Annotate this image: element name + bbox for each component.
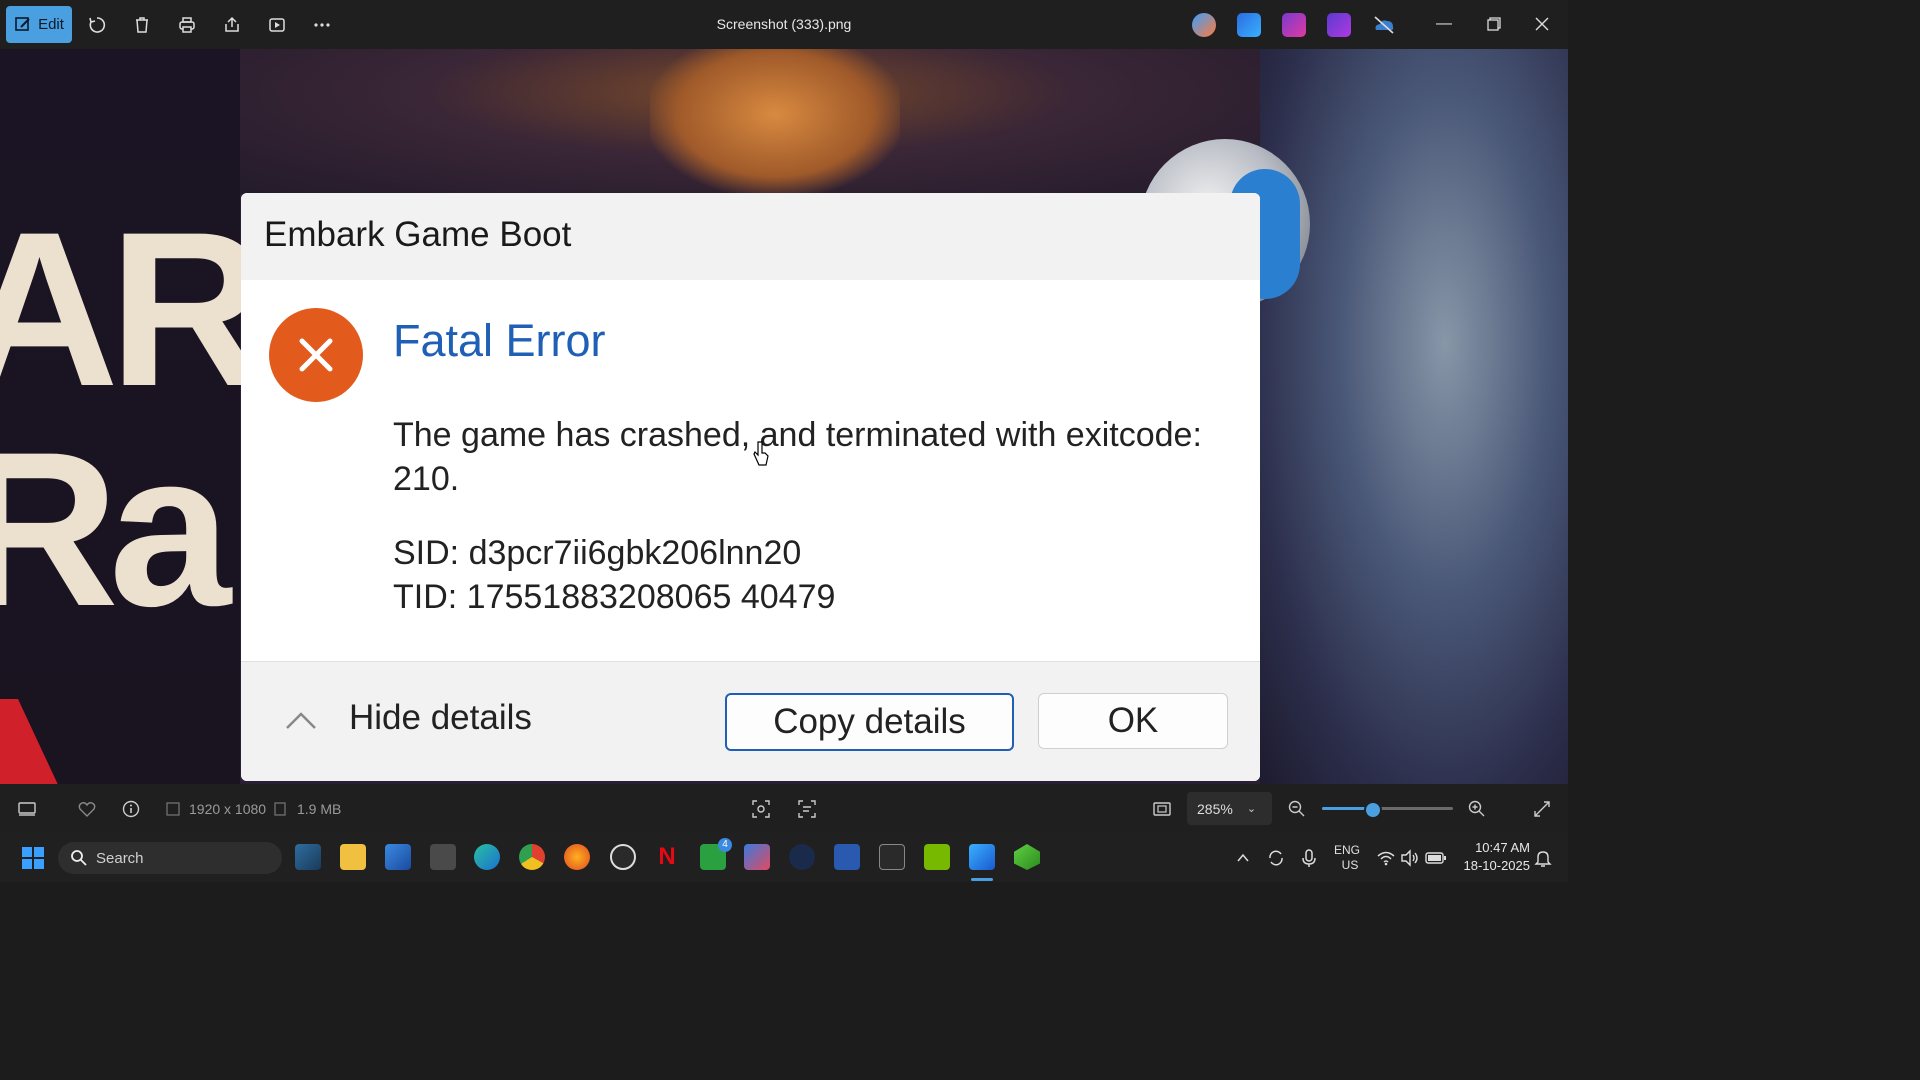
task-view-icon[interactable] bbox=[295, 844, 321, 870]
filmstrip-icon[interactable] bbox=[17, 784, 37, 833]
search-placeholder: Search bbox=[96, 849, 144, 867]
photos-icon[interactable] bbox=[385, 844, 411, 870]
close-icon[interactable] bbox=[1530, 12, 1554, 36]
print-icon[interactable] bbox=[175, 13, 199, 37]
zoom-slider[interactable] bbox=[1322, 801, 1453, 819]
show-hidden-icons[interactable] bbox=[1236, 833, 1250, 882]
clock-time: 10:47 AM bbox=[1475, 840, 1530, 855]
background-right bbox=[1260, 49, 1568, 784]
file-explorer-icon[interactable] bbox=[340, 844, 366, 870]
favorite-icon[interactable] bbox=[77, 784, 97, 833]
battery-icon[interactable] bbox=[1425, 833, 1447, 882]
ok-button[interactable]: OK bbox=[1038, 693, 1228, 749]
search-icon bbox=[70, 849, 88, 871]
region-code: US bbox=[1341, 857, 1359, 872]
zoom-slider-thumb[interactable] bbox=[1363, 801, 1382, 819]
viewer-status-bar: 1920 x 1080 1.9 MB 285% ⌄ bbox=[0, 784, 1568, 833]
window-title: Screenshot (333).png bbox=[716, 16, 852, 32]
file-size: 1.9 MB bbox=[297, 800, 342, 817]
hide-details-button[interactable]: Hide details bbox=[349, 698, 532, 738]
chevron-down-icon: ⌄ bbox=[1246, 803, 1257, 815]
calculator-icon[interactable] bbox=[430, 844, 456, 870]
microphone-icon[interactable] bbox=[1300, 833, 1318, 882]
zoom-out-icon[interactable] bbox=[1287, 784, 1307, 833]
dialog-footer: Hide details Copy details OK bbox=[241, 661, 1260, 781]
copilot-icon[interactable] bbox=[1192, 13, 1216, 37]
notifications-icon[interactable] bbox=[1534, 833, 1552, 882]
zoom-level: 285% bbox=[1197, 800, 1233, 817]
language-indicator[interactable]: ENG US bbox=[1334, 833, 1360, 882]
delete-icon[interactable] bbox=[130, 13, 154, 37]
text-scan-icon[interactable] bbox=[797, 784, 817, 833]
error-identifiers: SID: d3pcr7ii6gbk206lnn20 TID: 175518832… bbox=[393, 531, 835, 619]
dialog-title: Embark Game Boot bbox=[264, 215, 572, 254]
firefox-icon[interactable] bbox=[564, 844, 590, 870]
epic-games-icon[interactable] bbox=[879, 844, 905, 870]
rotate-icon[interactable] bbox=[85, 13, 109, 37]
windows-taskbar: Search N 4 ENG US 10:47 AM 18-10-2025 bbox=[0, 833, 1568, 882]
mouse-cursor-icon bbox=[753, 441, 769, 472]
xbox-badge: 4 bbox=[718, 838, 732, 852]
dialog-heading: Fatal Error bbox=[393, 315, 606, 366]
cube-app-icon[interactable] bbox=[1014, 844, 1040, 870]
clipchamp-icon[interactable] bbox=[1282, 13, 1306, 37]
taskbar-clock[interactable]: 10:47 AM 18-10-2025 bbox=[1455, 839, 1531, 875]
netflix-icon[interactable]: N bbox=[654, 844, 680, 870]
onedrive-icon[interactable] bbox=[1372, 13, 1396, 37]
zoom-in-icon[interactable] bbox=[1467, 784, 1487, 833]
restore-icon[interactable] bbox=[1482, 12, 1506, 36]
background-title-art: AR Ra bbox=[0, 186, 268, 652]
error-icon bbox=[269, 308, 363, 402]
video-editor-icon[interactable] bbox=[1327, 13, 1351, 37]
xbox-icon[interactable]: 4 bbox=[700, 838, 732, 870]
active-photos-app-icon[interactable] bbox=[969, 844, 995, 870]
edit-button[interactable]: Edit bbox=[6, 6, 72, 43]
info-icon[interactable] bbox=[121, 784, 141, 833]
designer-icon[interactable] bbox=[1237, 13, 1261, 37]
error-message: The game has crashed, and terminated wit… bbox=[393, 416, 1202, 498]
copy-details-button[interactable]: Copy details bbox=[725, 693, 1014, 751]
chrome-icon[interactable] bbox=[519, 844, 545, 870]
more-icon[interactable] bbox=[310, 13, 334, 37]
file-size-icon bbox=[272, 784, 288, 833]
edit-icon bbox=[15, 16, 30, 31]
share-icon[interactable] bbox=[220, 13, 244, 37]
minimize-icon[interactable]: — bbox=[1432, 12, 1456, 36]
store-icon[interactable] bbox=[744, 844, 770, 870]
dimensions-icon bbox=[165, 784, 181, 833]
steam-icon[interactable] bbox=[789, 844, 815, 870]
wifi-icon[interactable] bbox=[1376, 833, 1396, 882]
fit-to-window-icon[interactable] bbox=[1152, 784, 1172, 833]
background-character bbox=[650, 49, 900, 194]
nvidia-icon[interactable] bbox=[924, 844, 950, 870]
background-letters-top: AR bbox=[0, 186, 268, 432]
background-letters-bottom: Ra bbox=[0, 406, 231, 652]
volume-icon[interactable] bbox=[1400, 833, 1420, 882]
session-id: SID: d3pcr7ii6gbk206lnn20 bbox=[393, 534, 802, 572]
title-bar: Edit Screenshot (333).png — bbox=[0, 0, 1568, 49]
zoom-dropdown[interactable]: 285% ⌄ bbox=[1187, 792, 1272, 825]
trace-id: TID: 17551883208065 40479 bbox=[393, 578, 836, 616]
edit-label: Edit bbox=[38, 16, 64, 33]
edge-icon[interactable] bbox=[474, 844, 500, 870]
taskbar-search[interactable]: Search bbox=[58, 842, 282, 874]
start-icon[interactable] bbox=[21, 846, 45, 870]
visual-search-icon[interactable] bbox=[751, 784, 771, 833]
image-dimensions: 1920 x 1080 bbox=[189, 800, 267, 817]
slideshow-icon[interactable] bbox=[265, 13, 289, 37]
sync-icon[interactable] bbox=[1266, 833, 1286, 882]
chevron-up-icon[interactable] bbox=[283, 702, 319, 738]
obs-icon[interactable] bbox=[610, 844, 636, 870]
full-screen-icon[interactable] bbox=[1532, 784, 1552, 833]
clock-date: 18-10-2025 bbox=[1463, 858, 1531, 873]
active-app-indicator bbox=[971, 878, 993, 881]
word-icon[interactable] bbox=[834, 844, 860, 870]
language-code: ENG bbox=[1334, 842, 1361, 857]
error-dialog: Embark Game Boot Fatal Error The game ha… bbox=[241, 193, 1260, 781]
